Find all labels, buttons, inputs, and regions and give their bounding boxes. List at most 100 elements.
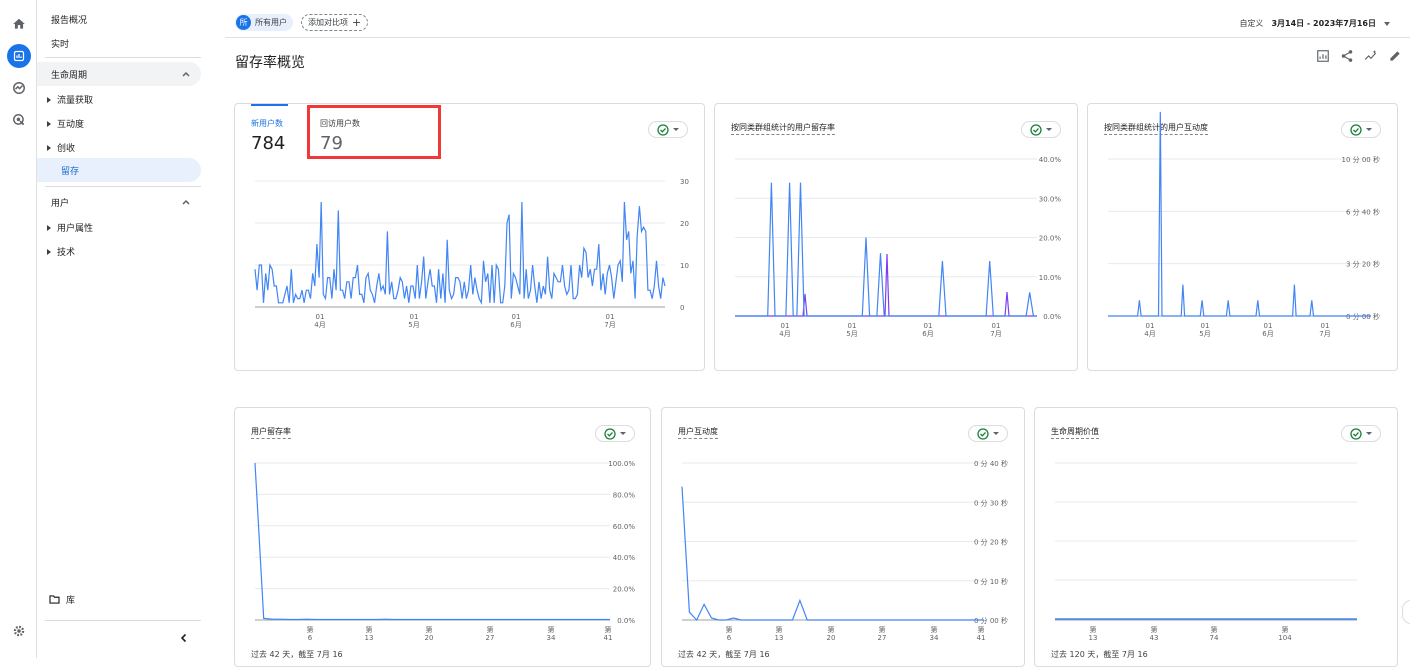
- reports-icon[interactable]: [7, 44, 31, 68]
- x-tick-label: 74: [1210, 634, 1219, 642]
- y-tick-label: 0.0%: [1043, 313, 1061, 321]
- date-range-picker[interactable]: 自定义 3月14日 - 2023年7月16日: [1239, 18, 1390, 29]
- x-tick-label: 5月: [408, 321, 419, 329]
- expand-arrow-icon: [47, 144, 51, 151]
- chevron-up-icon: [182, 71, 190, 77]
- scroll-handle[interactable]: [1402, 600, 1410, 624]
- settings-icon[interactable]: [7, 619, 31, 643]
- x-tick-label: 第: [776, 625, 783, 634]
- x-tick-label: 第: [828, 625, 835, 634]
- x-tick-label: 第: [366, 625, 373, 634]
- series-line: [254, 201, 666, 306]
- date-footnote: 过去 120 天，截至 7月 16: [1051, 650, 1148, 659]
- x-tick-label: 4月: [1144, 330, 1155, 338]
- x-tick-label: 6月: [510, 321, 521, 329]
- user-engagement-chart: 0 分 40 秒0 分 30 秒0 分 20 秒0 分 10 秒0 分 00 秒…: [681, 459, 1008, 642]
- x-tick-label: 第: [1211, 625, 1218, 634]
- customize-report-icon[interactable]: [1316, 49, 1330, 63]
- x-tick-label: 41: [604, 634, 613, 642]
- plus-icon: +: [352, 16, 362, 29]
- segment-chip[interactable]: 所 所有用户: [235, 14, 293, 31]
- sidebar-divider: [45, 57, 201, 58]
- card-users: 新用户数 784 回访用户数 79 30 20 10 0 01 4月 01 5月 01 6月 01 7…: [234, 103, 705, 371]
- expand-arrow-icon: [47, 96, 51, 103]
- y-tick-label: 10.0%: [1039, 274, 1062, 282]
- nav-rail: [0, 0, 37, 658]
- x-tick-label: 第: [307, 625, 314, 634]
- x-tick-label: 20: [425, 634, 434, 642]
- cohort-engagement-chart: 10 分 00 秒6 分 40 秒3 分 20 秒0 分 00 秒014月015…: [1108, 111, 1381, 338]
- sidebar-item-overview[interactable]: 报告概况: [51, 13, 87, 26]
- y-tick-label: 0 分 10 秒: [974, 577, 1008, 586]
- x-tick-label: 27: [878, 634, 887, 642]
- dropdown-arrow-icon: [1384, 21, 1390, 26]
- sidebar-item-library[interactable]: 库: [49, 593, 75, 606]
- card-lifetime-value: 生命周期价值 第 13 第 43 第 74 第 104 过去 120 天，截至 7月 16: [1034, 407, 1398, 667]
- cohort-retention-chart: 40.0%30.0%20.0%10.0%0.0%014月015月016月017月: [735, 156, 1062, 338]
- x-tick-label: 4月: [779, 330, 790, 338]
- x-tick-label: 01: [1201, 322, 1210, 330]
- x-tick-label: 01: [1146, 322, 1155, 330]
- date-footnote: 过去 42 天，截至 7月 16: [251, 650, 343, 659]
- x-tick-label: 6: [727, 634, 732, 642]
- sidebar-item-user-attributes[interactable]: 用户属性: [47, 221, 93, 234]
- series-line: [254, 462, 610, 621]
- x-tick-label: 4月: [314, 321, 325, 329]
- sidebar-item-retention[interactable]: 留存: [37, 158, 201, 182]
- y-tick-label: 0: [680, 304, 684, 312]
- sidebar-divider: [45, 186, 201, 187]
- y-tick-label: 40.0%: [1039, 156, 1062, 164]
- sidebar-group-label: 生命周期: [51, 70, 88, 81]
- y-tick-label: 30: [680, 178, 689, 186]
- sidebar-group-user[interactable]: 用户: [37, 190, 201, 214]
- x-tick-label: 01: [924, 322, 933, 330]
- y-tick-label: 0 分 30 秒: [974, 498, 1008, 507]
- x-tick-label: 7月: [990, 330, 1001, 338]
- folder-icon: [49, 595, 60, 604]
- x-tick-label: 41: [977, 634, 986, 642]
- page-title: 留存率概览: [235, 55, 305, 71]
- edit-icon[interactable]: [1388, 49, 1402, 63]
- expand-arrow-icon: [47, 120, 51, 127]
- y-tick-label: 6 分 40 秒: [1346, 207, 1380, 216]
- x-tick-label: 01: [781, 322, 790, 330]
- sidebar-item-realtime[interactable]: 实时: [51, 37, 69, 50]
- collapse-sidebar-icon[interactable]: [179, 633, 189, 643]
- y-tick-label: 10: [680, 262, 689, 270]
- sidebar-item-tech[interactable]: 技术: [47, 245, 75, 258]
- x-tick-label: 20: [827, 634, 836, 642]
- sidebar-item-monetization[interactable]: 创收: [47, 141, 75, 154]
- users-line-chart: 3020100014月015月016月017月: [254, 178, 689, 329]
- x-tick-label: 13: [775, 634, 784, 642]
- date-footnote: 过去 42 天，截至 7月 16: [678, 650, 770, 659]
- expand-arrow-icon: [47, 224, 51, 231]
- x-tick-label: 01: [992, 322, 1001, 330]
- add-comparison-button[interactable]: 添加对比项 +: [301, 14, 369, 31]
- y-tick-label: 40.0%: [613, 554, 636, 562]
- y-tick-label: 20.0%: [1039, 235, 1062, 243]
- x-tick-label: 6: [308, 634, 313, 642]
- x-tick-label: 01: [848, 322, 857, 330]
- x-tick-label: 5月: [1199, 330, 1210, 338]
- x-tick-label: 第: [879, 625, 886, 634]
- x-tick-label: 6月: [1262, 330, 1273, 338]
- x-tick-label: 7月: [1319, 330, 1330, 338]
- advertising-icon[interactable]: [7, 108, 31, 132]
- card-user-retention: 用户留存率 100.0% 80.0% 60.0% 40.0% 20.0% 0.0% 第 6 第 1…: [234, 407, 651, 667]
- y-tick-label: 80.0%: [613, 491, 636, 499]
- y-tick-label: 3 分 20 秒: [1346, 260, 1380, 269]
- lifetime-value-chart: 第13第43第74第104: [1055, 462, 1357, 642]
- home-icon[interactable]: [7, 12, 31, 36]
- share-icon[interactable]: [1340, 49, 1354, 63]
- sidebar-group-lifecycle[interactable]: 生命周期: [37, 62, 201, 86]
- x-tick-label: 43: [1150, 634, 1159, 642]
- sidebar-item-engagement[interactable]: 互动度: [47, 117, 84, 130]
- x-tick-label: 01: [410, 313, 419, 321]
- x-tick-label: 7月: [604, 321, 615, 329]
- explore-icon[interactable]: [7, 76, 31, 100]
- sidebar-item-acquisition[interactable]: 流量获取: [47, 93, 93, 106]
- insights-icon[interactable]: [1364, 49, 1378, 63]
- x-tick-label: 第: [931, 625, 938, 634]
- x-tick-label: 第: [548, 625, 555, 634]
- y-tick-label: 10 分 00 秒: [1342, 155, 1381, 164]
